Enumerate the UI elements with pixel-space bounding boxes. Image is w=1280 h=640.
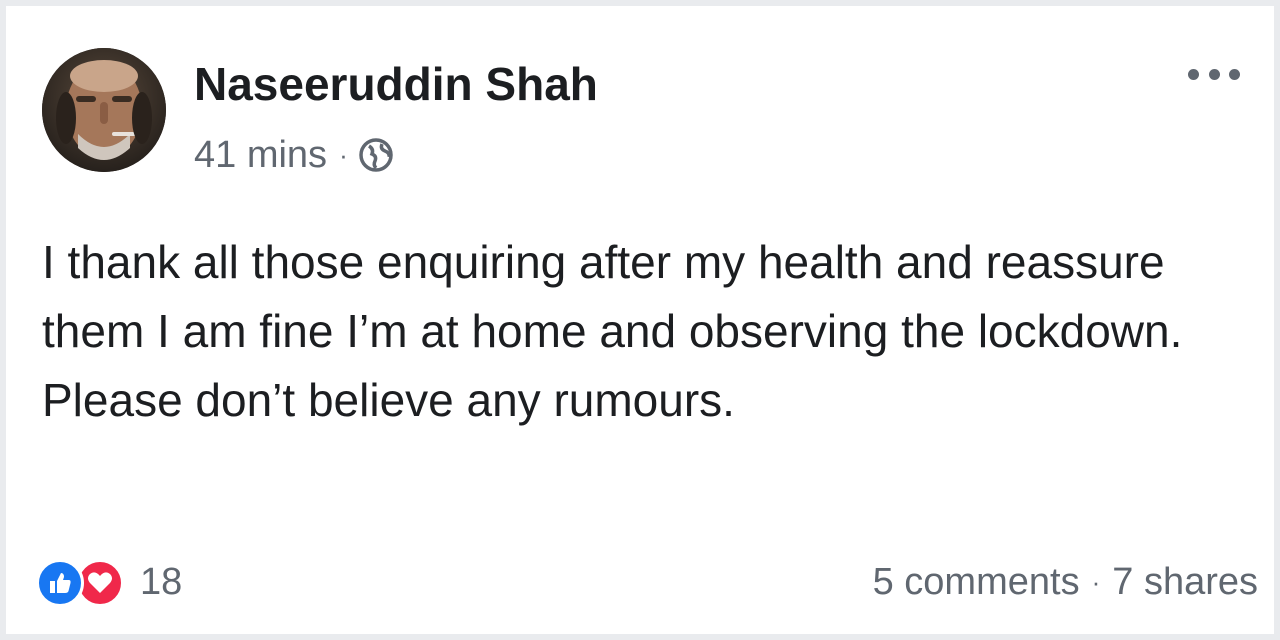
shares-link[interactable]: 7 shares: [1112, 561, 1258, 604]
meta-separator: ·: [339, 139, 348, 170]
more-dot: [1229, 68, 1240, 80]
author-name[interactable]: Naseeruddin Shah: [194, 56, 598, 112]
post-meta: 41 mins ·: [194, 130, 394, 180]
reaction-count: 18: [140, 560, 183, 603]
comments-link[interactable]: 5 comments: [873, 561, 1080, 604]
reactions-summary[interactable]: 18: [36, 554, 182, 610]
engagement-stats: 5 comments · 7 shares: [873, 554, 1258, 610]
stats-separator: ·: [1091, 566, 1101, 597]
like-reaction-icon: [36, 559, 84, 607]
author-avatar[interactable]: [42, 48, 166, 172]
more-dot: [1188, 68, 1199, 80]
globe-icon[interactable]: [358, 137, 394, 173]
post-timestamp[interactable]: 41 mins: [194, 134, 327, 177]
facebook-post-card: Naseeruddin Shah 41 mins · I thank all t…: [6, 6, 1274, 634]
avatar-portrait-image: [42, 48, 166, 172]
post-text: I thank all those enquiring after my hea…: [42, 236, 1183, 426]
reaction-icons: [36, 557, 140, 607]
more-options-icon[interactable]: [1188, 62, 1240, 86]
more-dot: [1208, 68, 1220, 80]
